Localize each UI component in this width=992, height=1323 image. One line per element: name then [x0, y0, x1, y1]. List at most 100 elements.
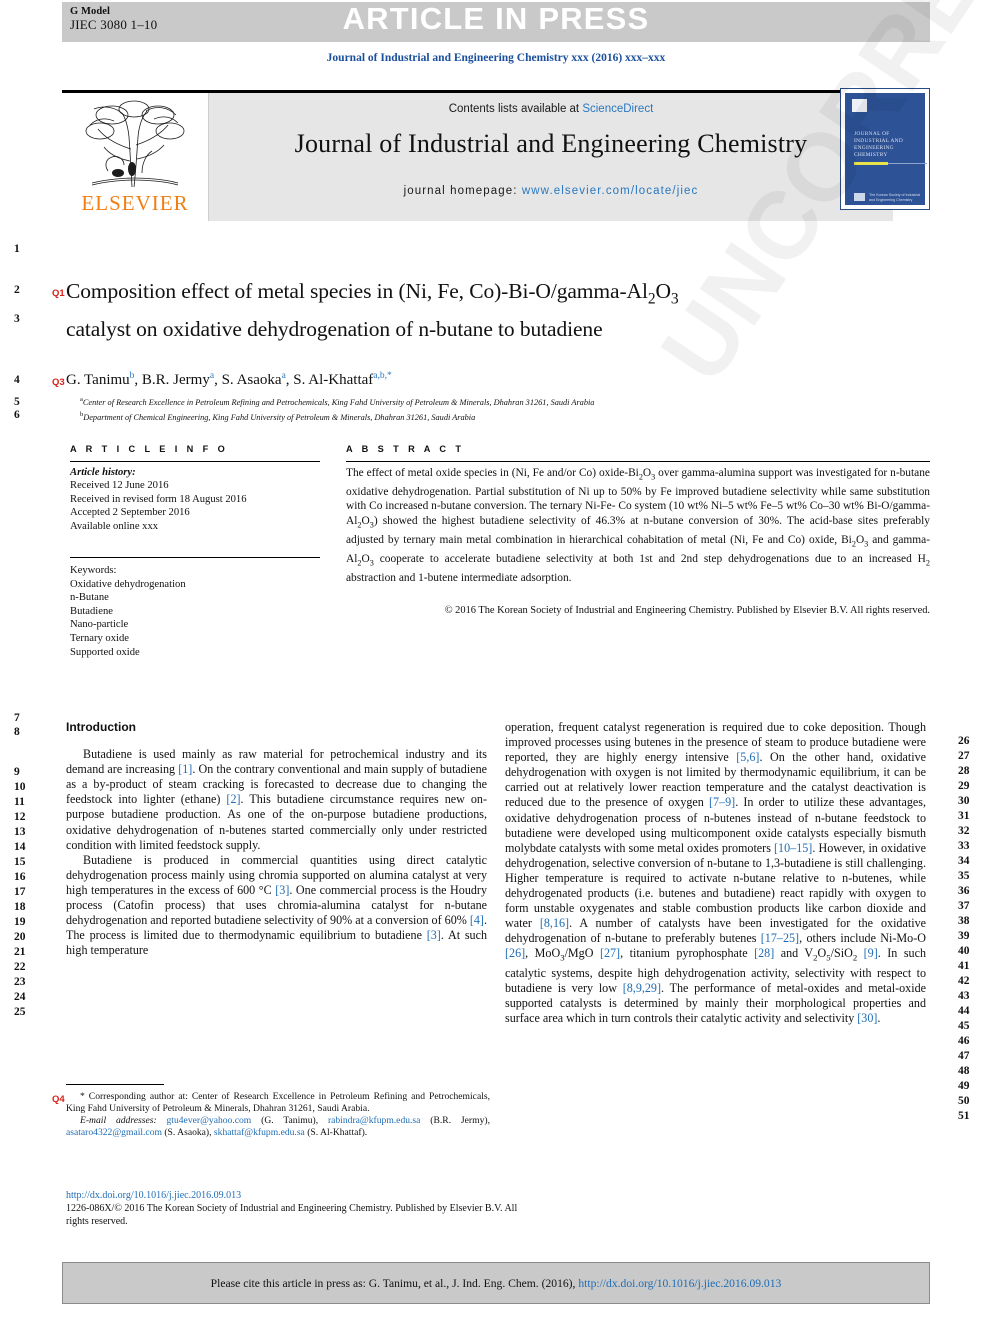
masthead: Contents lists available at ScienceDirec…: [62, 93, 930, 221]
homepage-label: journal homepage:: [403, 185, 522, 197]
affiliation-b-text: Department of Chemical Engineering, King…: [83, 413, 476, 423]
email-link[interactable]: rabindra@kfupm.edu.sa: [328, 1115, 421, 1126]
sciencedirect-link[interactable]: ScienceDirect: [582, 103, 653, 115]
cover-thin-rule: [888, 163, 927, 164]
revised-date: Received in revised form 18 August 2016: [70, 493, 247, 505]
line-number: 12: [14, 811, 26, 823]
accepted-date: Accepted 2 September 2016: [70, 507, 190, 519]
paper-page: ARTICLE IN PRESS G Model JIEC 3080 1–10 …: [0, 0, 992, 1323]
query-tag-q4[interactable]: Q4: [52, 1094, 65, 1105]
cover-accent-rule: [854, 162, 888, 165]
cover-society-name: The Korean Society of Industrial and Eng…: [869, 193, 921, 202]
cover-background: JOURNAL OF INDUSTRIAL AND ENGINEERING CH…: [845, 93, 927, 205]
article-history: Article history: Received 12 June 2016 R…: [70, 466, 320, 533]
line-number: 6: [14, 409, 20, 421]
email-link[interactable]: gtu4ever@yahoo.com: [167, 1115, 252, 1126]
author-list: G. Tanimub, B.R. Jermya, S. Asaokaa, S. …: [66, 371, 392, 388]
running-head: Journal of Industrial and Engineering Ch…: [326, 52, 666, 64]
body-column-left: Introduction Butadiene is used mainly as…: [66, 720, 487, 958]
title-line-1: Composition effect of metal species in (…: [66, 279, 648, 303]
abstract-heading: A B S T R A C T: [346, 444, 465, 454]
line-number: 40: [958, 945, 970, 957]
homepage-url[interactable]: www.elsevier.com/locate/jiec: [522, 185, 699, 197]
line-number: 41: [958, 960, 970, 972]
doi-block: http://dx.doi.org/10.1016/j.jiec.2016.09…: [66, 1189, 536, 1229]
keyword-item: Nano-particle: [70, 619, 129, 631]
manuscript-id: JIEC 3080 1–10: [70, 17, 158, 32]
keywords-label: Keywords:: [70, 565, 117, 576]
article-info-heading: A R T I C L E I N F O: [70, 444, 229, 454]
line-number: 20: [14, 931, 26, 943]
line-number: 51: [958, 1110, 970, 1122]
line-number: 33: [958, 840, 970, 852]
contents-prefix: Contents lists available at: [448, 103, 583, 115]
affiliation-a: aCenter of Research Excellence in Petrol…: [80, 396, 595, 407]
line-number: 16: [14, 871, 26, 883]
email-link[interactable]: asataro4322@gmail.com: [66, 1127, 162, 1138]
line-number: 35: [958, 870, 970, 882]
line-number: 1: [14, 243, 20, 255]
line-number: 3: [14, 313, 20, 325]
section-title-introduction: Introduction: [66, 720, 136, 734]
title-line-2: catalyst on oxidative dehydrogenation of…: [66, 317, 603, 342]
line-number: 7: [14, 712, 20, 724]
abstract-copyright: © 2016 The Korean Society of Industrial …: [444, 605, 930, 616]
query-tag-q1[interactable]: Q1: [52, 288, 65, 299]
line-number: 46: [958, 1035, 970, 1047]
line-number: 45: [958, 1020, 970, 1032]
email-owner: (S. Asaoka): [164, 1127, 210, 1139]
email-link[interactable]: skhattaf@kfupm.edu.sa: [214, 1127, 305, 1138]
line-number: 47: [958, 1050, 970, 1062]
line-number: 22: [14, 961, 26, 973]
line-number: 28: [958, 765, 970, 777]
line-number: 15: [14, 856, 26, 868]
title-sub-2: 3: [670, 290, 679, 308]
contents-line: Contents lists available at ScienceDirec…: [209, 103, 893, 115]
line-number: 18: [14, 901, 26, 913]
paragraph: Butadiene is used mainly as raw material…: [66, 747, 487, 852]
elsevier-tree-icon: [85, 100, 185, 188]
line-number: 11: [14, 796, 25, 808]
line-number: 43: [958, 990, 970, 1002]
received-date: Received 12 June 2016: [70, 480, 169, 492]
cover-badge-icon: [852, 99, 867, 112]
available-online: Available online xxx: [70, 520, 159, 532]
line-number: 38: [958, 915, 970, 927]
footnote-rule: [66, 1084, 164, 1085]
line-number: 37: [958, 900, 970, 912]
journal-homepage-line: journal homepage: www.elsevier.com/locat…: [209, 185, 893, 197]
line-number: 31: [958, 810, 970, 822]
cover-journal-title: JOURNAL OF INDUSTRIAL AND ENGINEERING CH…: [854, 131, 904, 158]
cover-society-logo-icon: [854, 193, 865, 201]
journal-cover-thumbnail: JOURNAL OF INDUSTRIAL AND ENGINEERING CH…: [840, 88, 930, 210]
cite-doi-link[interactable]: http://dx.doi.org/10.1016/j.jiec.2016.09…: [578, 1277, 781, 1290]
line-number: 10: [14, 781, 26, 793]
affiliation-b: bDepartment of Chemical Engineering, Kin…: [80, 411, 476, 423]
paragraph: operation, frequent catalyst regeneratio…: [505, 720, 926, 1026]
line-number: 42: [958, 975, 970, 987]
cite-instruction: Please cite this article in press as: G.…: [62, 1277, 930, 1290]
keyword-item: Ternary oxide: [70, 632, 129, 644]
article-doi-link[interactable]: http://dx.doi.org/10.1016/j.jiec.2016.09…: [66, 1189, 536, 1202]
article-info-rule: [70, 461, 320, 462]
elsevier-logo: ELSEVIER: [62, 93, 208, 221]
line-number: 19: [14, 916, 26, 928]
email-label: E-mail addresses:: [80, 1115, 157, 1127]
line-number: 2: [14, 284, 20, 296]
line-number: 30: [958, 795, 970, 807]
line-number: 23: [14, 976, 26, 988]
keyword-item: Oxidative dehydrogenation: [70, 578, 186, 590]
title-mid: O: [655, 279, 671, 303]
keyword-item: Supported oxide: [70, 646, 140, 658]
query-tag-q3[interactable]: Q3: [52, 377, 65, 388]
keyword-item: n-Butane: [70, 592, 109, 604]
line-number: 8: [14, 726, 20, 738]
line-number: 50: [958, 1095, 970, 1107]
issn-copyright-line: 1226-086X/© 2016 The Korean Society of I…: [66, 1203, 518, 1228]
line-number: 17: [14, 886, 26, 898]
line-number: 4: [14, 374, 20, 386]
affiliations: aCenter of Research Excellence in Petrol…: [80, 394, 930, 425]
line-number: 49: [958, 1080, 970, 1092]
line-number: 39: [958, 930, 970, 942]
line-number: 5: [14, 396, 20, 408]
